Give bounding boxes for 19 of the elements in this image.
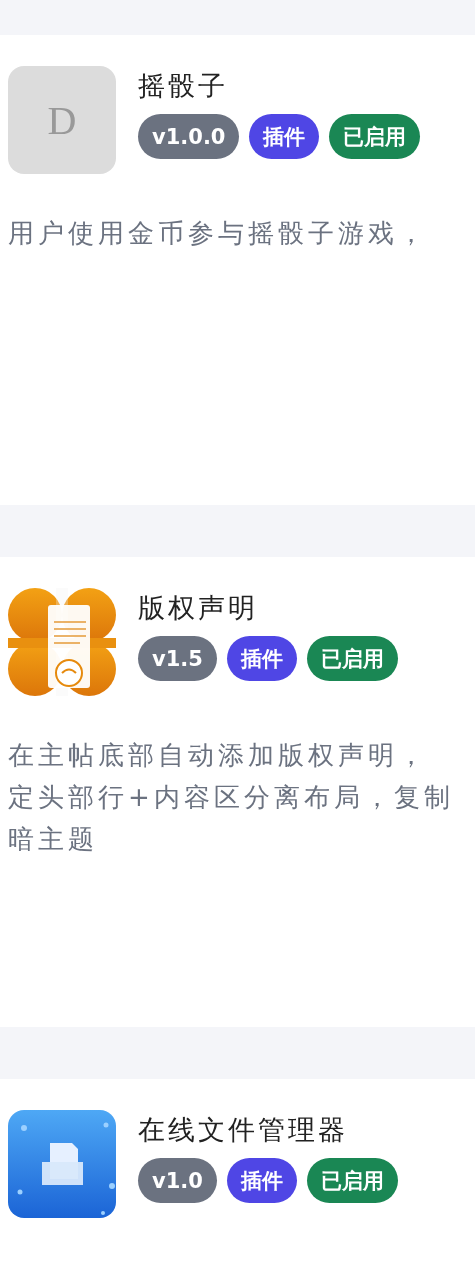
tag: 插件: [226, 636, 297, 681]
folder-icon: [8, 1110, 116, 1218]
plugin-title: 版权声明: [138, 591, 259, 625]
tag: 插件: [249, 114, 320, 159]
tag: v1.0: [138, 1158, 217, 1203]
document-icon: [8, 588, 116, 696]
description-text: 用户使用金币参与摇骰子游戏，: [8, 217, 429, 250]
tag: 已启用: [306, 636, 398, 681]
description-text: 暗主题: [8, 823, 99, 856]
tag: v1.0.0: [138, 114, 240, 159]
plugin-title: 在线文件管理器: [138, 1113, 349, 1147]
description-text: 在主帖底部自动添加版权声明，: [8, 739, 429, 772]
tag: v1.5: [138, 636, 217, 681]
tag: 已启用: [329, 114, 421, 159]
letter-avatar: D: [8, 66, 116, 174]
description-text: 定头部行+内容区分离布局，复制: [8, 781, 455, 814]
tag: 插件: [226, 1158, 297, 1203]
plugin-title: 摇骰子: [138, 69, 229, 103]
tag: 已启用: [306, 1158, 398, 1203]
